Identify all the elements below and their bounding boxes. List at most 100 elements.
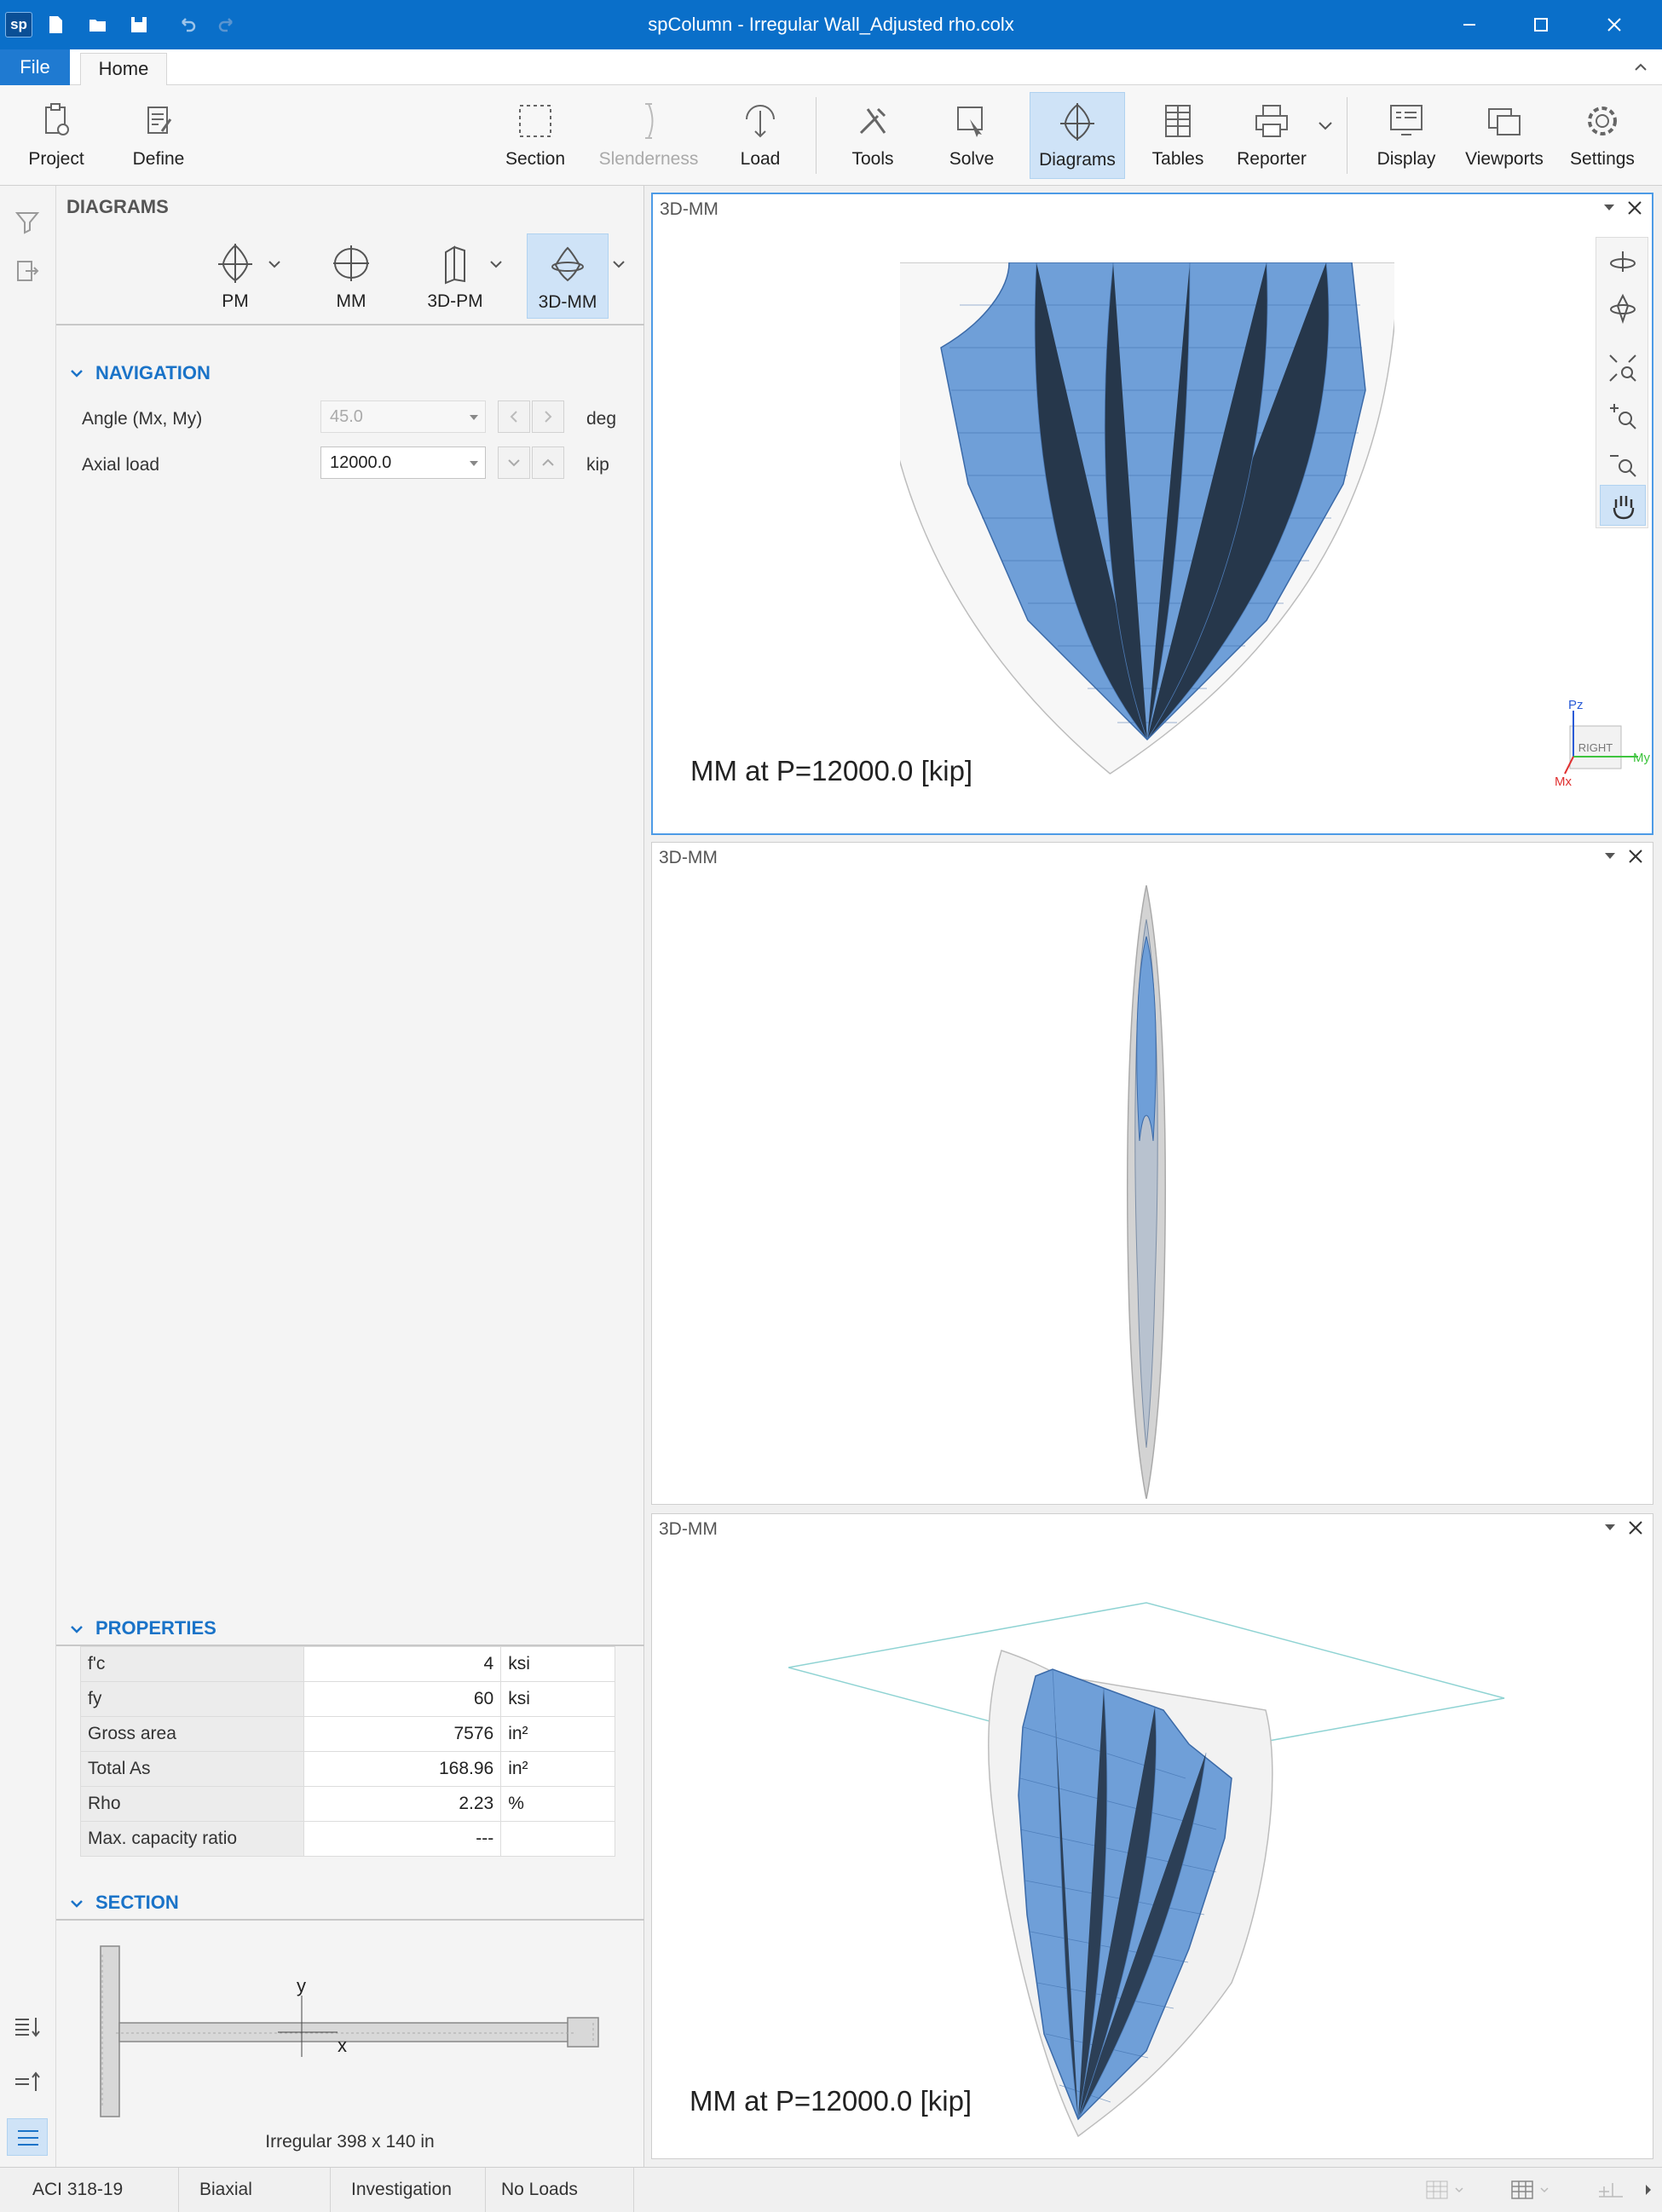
property-value: 7576 <box>303 1716 502 1752</box>
sort-ascending-icon[interactable] <box>12 2069 43 2094</box>
snap-grid-icon[interactable] <box>1425 2180 1466 2200</box>
close-icon[interactable] <box>1625 846 1646 867</box>
property-value: 2.23 <box>303 1786 502 1822</box>
close-icon[interactable] <box>1625 1518 1646 1538</box>
3d-mm-dropdown-chevron-icon[interactable] <box>610 256 627 273</box>
filter-icon[interactable] <box>14 208 41 235</box>
table-row: Max. capacity ratio --- <box>80 1821 615 1857</box>
axial-load-label: Axial load <box>82 455 160 475</box>
maximize-icon[interactable] <box>1524 9 1558 41</box>
properties-collapse-chevron-icon[interactable] <box>68 1621 85 1638</box>
angle-increment-button[interactable] <box>532 400 564 433</box>
viewport-caption: MM at P=12000.0 [kip] <box>690 755 973 786</box>
mm-diagram-icon <box>333 245 369 281</box>
collapse-ribbon-icon[interactable] <box>1633 60 1648 75</box>
status-expand-chevron-icon[interactable] <box>1642 2183 1655 2197</box>
3d-pm-dropdown-chevron-icon[interactable] <box>488 256 505 273</box>
chevron-up-icon <box>542 458 554 466</box>
property-unit: in² <box>500 1751 615 1787</box>
section-button[interactable]: Section <box>493 85 578 186</box>
ruler-icon[interactable] <box>1596 2180 1626 2200</box>
section-label: Section <box>505 149 566 169</box>
close-icon[interactable] <box>1624 198 1645 218</box>
project-button[interactable]: Project <box>14 85 99 186</box>
close-window-icon[interactable] <box>1597 9 1631 41</box>
tab-file[interactable]: File <box>0 49 70 85</box>
mm-label: MM <box>336 291 366 311</box>
reporter-button[interactable]: Reporter <box>1229 85 1314 186</box>
angle-combo[interactable]: 45.0 <box>320 400 486 433</box>
minimize-icon[interactable] <box>1452 9 1486 41</box>
panel-divider <box>56 324 644 325</box>
define-button[interactable]: Define <box>116 85 201 186</box>
viewport-title: 3D-MM <box>659 1519 718 1539</box>
diagrams-label: Diagrams <box>1039 150 1116 170</box>
reporter-dropdown-chevron-icon[interactable] <box>1316 116 1335 135</box>
status-run-option: Investigation <box>339 2168 486 2212</box>
viewport-3[interactable]: 3D-MM MM at P=12000.0 [kip] <box>651 1513 1653 2159</box>
zoom-out-icon[interactable] <box>1607 447 1639 480</box>
properties-heading: PROPERTIES <box>95 1617 216 1639</box>
view-cube[interactable]: RIGHT Pz My Mx <box>1522 697 1650 799</box>
viewport-menu-icon[interactable] <box>1605 853 1615 859</box>
table-row: Gross area 7576 in² <box>80 1716 615 1752</box>
orbit-horizontal-icon[interactable] <box>1607 246 1639 279</box>
viewport-menu-icon[interactable] <box>1605 1524 1615 1530</box>
tables-icon <box>1165 105 1191 137</box>
zoom-in-icon[interactable] <box>1607 400 1639 432</box>
viewport-title: 3D-MM <box>659 848 718 867</box>
property-name: Max. capacity ratio <box>80 1821 304 1857</box>
load-icon <box>746 105 775 138</box>
solve-button[interactable]: Solve <box>929 85 1014 186</box>
project-label: Project <box>28 149 84 169</box>
load-button[interactable]: Load <box>718 85 803 186</box>
display-button[interactable]: Display <box>1364 85 1449 186</box>
property-unit: ksi <box>500 1681 615 1717</box>
property-value: 4 <box>303 1646 502 1682</box>
table-row: f'c 4 ksi <box>80 1646 615 1682</box>
status-run-axis: Biaxial <box>188 2168 331 2212</box>
3d-pm-label: 3D-PM <box>427 291 483 311</box>
combo-dropdown-icon <box>470 415 478 420</box>
orbit-free-icon[interactable] <box>1607 292 1639 325</box>
mm-diagram-button[interactable]: MM <box>309 233 394 319</box>
property-value: 60 <box>303 1681 502 1717</box>
tables-label: Tables <box>1151 149 1204 169</box>
axial-load-combo[interactable]: 12000.0 <box>320 446 486 479</box>
axial-load-decrement-button[interactable] <box>498 446 530 479</box>
export-icon[interactable] <box>14 257 41 285</box>
table-row: Total As 168.96 in² <box>80 1751 615 1787</box>
viewports-button[interactable]: Viewports <box>1459 85 1549 186</box>
property-name: Gross area <box>80 1716 304 1752</box>
viewport-2[interactable]: 3D-MM <box>651 842 1653 1505</box>
3d-pm-diagram-button[interactable]: 3D-PM <box>413 233 498 319</box>
viewports-icon <box>1488 108 1521 135</box>
pm-dropdown-chevron-icon[interactable] <box>266 256 283 273</box>
zoom-extents-icon[interactable] <box>1607 352 1639 384</box>
diagrams-button[interactable]: Diagrams <box>1030 92 1125 179</box>
tools-button[interactable]: Tools <box>830 85 915 186</box>
settings-button[interactable]: Settings <box>1560 85 1645 186</box>
axial-load-value: 12000.0 <box>330 453 392 472</box>
pan-button[interactable] <box>1600 485 1646 526</box>
angle-decrement-button[interactable] <box>498 400 530 433</box>
panel-title: DIAGRAMS <box>66 196 169 217</box>
sort-descending-icon[interactable] <box>12 2014 43 2040</box>
section-collapse-chevron-icon[interactable] <box>68 1895 85 1912</box>
navigation-collapse-chevron-icon[interactable] <box>68 365 85 382</box>
hamburger-menu-icon <box>18 2130 38 2146</box>
angle-value: 45.0 <box>330 407 363 426</box>
menu-toggle-button[interactable] <box>7 2118 48 2156</box>
property-name: Total As <box>80 1751 304 1787</box>
viewport-1[interactable]: 3D-MM MM at P=12000.0 [kip] RIGHT Pz My … <box>651 193 1653 835</box>
grid-icon[interactable] <box>1510 2180 1551 2200</box>
status-bar: ACI 318-19 Biaxial Investigation No Load… <box>0 2167 1662 2212</box>
axial-load-increment-button[interactable] <box>532 446 564 479</box>
pm-diagram-button[interactable]: PM <box>193 233 278 319</box>
3d-mm-diagram-button[interactable]: 3D-MM <box>527 233 609 319</box>
viewports-label: Viewports <box>1465 149 1544 169</box>
viewport-menu-icon[interactable] <box>1604 204 1614 210</box>
tables-button[interactable]: Tables <box>1135 85 1221 186</box>
slenderness-button[interactable]: Slenderness <box>593 85 704 186</box>
tab-home[interactable]: Home <box>80 53 167 86</box>
